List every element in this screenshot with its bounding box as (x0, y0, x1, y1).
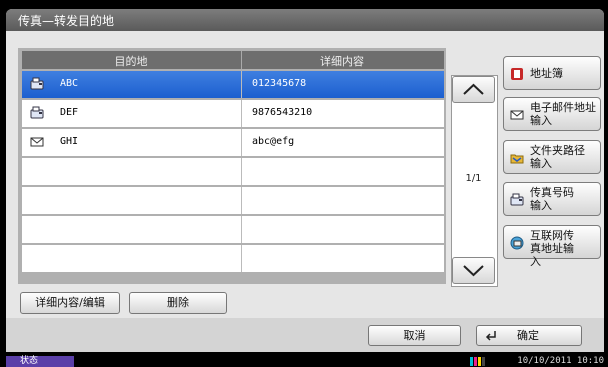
table-row[interactable]: DEF 9876543210 (22, 100, 444, 127)
fax-number-input-label: 传真号码输入 (530, 186, 574, 212)
internet-fax-address-input-button[interactable]: 互联网传真地址输入 (503, 225, 601, 268)
table-row[interactable]: GHI abc@efg (22, 129, 444, 156)
toner-level-icon (470, 357, 485, 366)
title-bar: 传真—转发目的地 (6, 9, 604, 31)
cancel-button[interactable]: 取消 (368, 325, 461, 346)
page-indicator: 1/1 (465, 173, 482, 184)
list-header: 目的地 详细内容 (22, 51, 444, 69)
row-destination-cell: DEF (22, 100, 240, 127)
delete-button[interactable]: 删除 (129, 292, 227, 314)
status-button[interactable]: 状态 (6, 356, 74, 367)
row-divider (241, 187, 242, 214)
chevron-up-icon (463, 83, 484, 95)
email-address-input-label: 电子邮件地址输入 (530, 101, 596, 127)
fax-icon (510, 193, 524, 206)
row-detail-cell: 012345678 (242, 71, 444, 98)
row-detail: 9876543210 (252, 107, 313, 118)
row-divider (241, 216, 242, 243)
row-detail: 012345678 (252, 78, 307, 89)
row-detail-cell: 9876543210 (242, 100, 444, 127)
fax-number-input-button[interactable]: 传真号码输入 (503, 182, 601, 216)
enter-icon (485, 331, 496, 341)
scroll-up-button[interactable] (452, 76, 495, 103)
folder-icon (510, 154, 524, 164)
row-divider (241, 245, 242, 272)
status-bar: 状态 10/10/2011 10:10 (0, 356, 608, 367)
internet-fax-icon (510, 236, 524, 250)
email-icon (510, 110, 524, 120)
folder-path-input-button[interactable]: 文件夹路径输入 (503, 140, 601, 174)
table-row-empty[interactable] (22, 216, 444, 243)
confirm-label: 确定 (517, 329, 539, 342)
internet-fax-address-input-label: 互联网传真地址输入 (530, 229, 574, 268)
column-header-destination: 目的地 (114, 55, 148, 68)
scroll-down-button[interactable] (452, 257, 495, 284)
table-row-empty[interactable] (22, 187, 444, 214)
address-book-label: 地址簿 (530, 67, 563, 80)
fax-icon (30, 106, 44, 119)
email-address-input-button[interactable]: 电子邮件地址输入 (503, 97, 601, 131)
address-book-icon (511, 68, 523, 80)
folder-path-input-label: 文件夹路径输入 (530, 144, 585, 170)
row-name: ABC (60, 78, 79, 89)
window-title: 传真—转发目的地 (18, 14, 115, 28)
row-divider (241, 158, 242, 185)
row-destination-cell: ABC (22, 71, 240, 98)
chevron-down-icon (463, 265, 484, 277)
table-row-empty[interactable] (22, 245, 444, 272)
row-name: DEF (60, 107, 79, 118)
status-datetime: 10/10/2011 10:10 (517, 356, 604, 366)
detail-edit-button[interactable]: 详细内容/编辑 (20, 292, 120, 314)
row-destination-cell: GHI (22, 129, 240, 156)
table-row[interactable]: ABC 012345678 (22, 71, 444, 98)
column-header-details: 详细内容 (320, 55, 364, 68)
fax-icon (30, 77, 44, 90)
table-row-empty[interactable] (22, 158, 444, 185)
row-detail: abc@efg (252, 136, 295, 147)
row-detail-cell: abc@efg (242, 129, 444, 156)
email-icon (30, 137, 44, 147)
confirm-button[interactable]: 确定 (476, 325, 582, 346)
address-book-button[interactable]: 地址簿 (503, 56, 601, 90)
row-name: GHI (60, 136, 79, 147)
